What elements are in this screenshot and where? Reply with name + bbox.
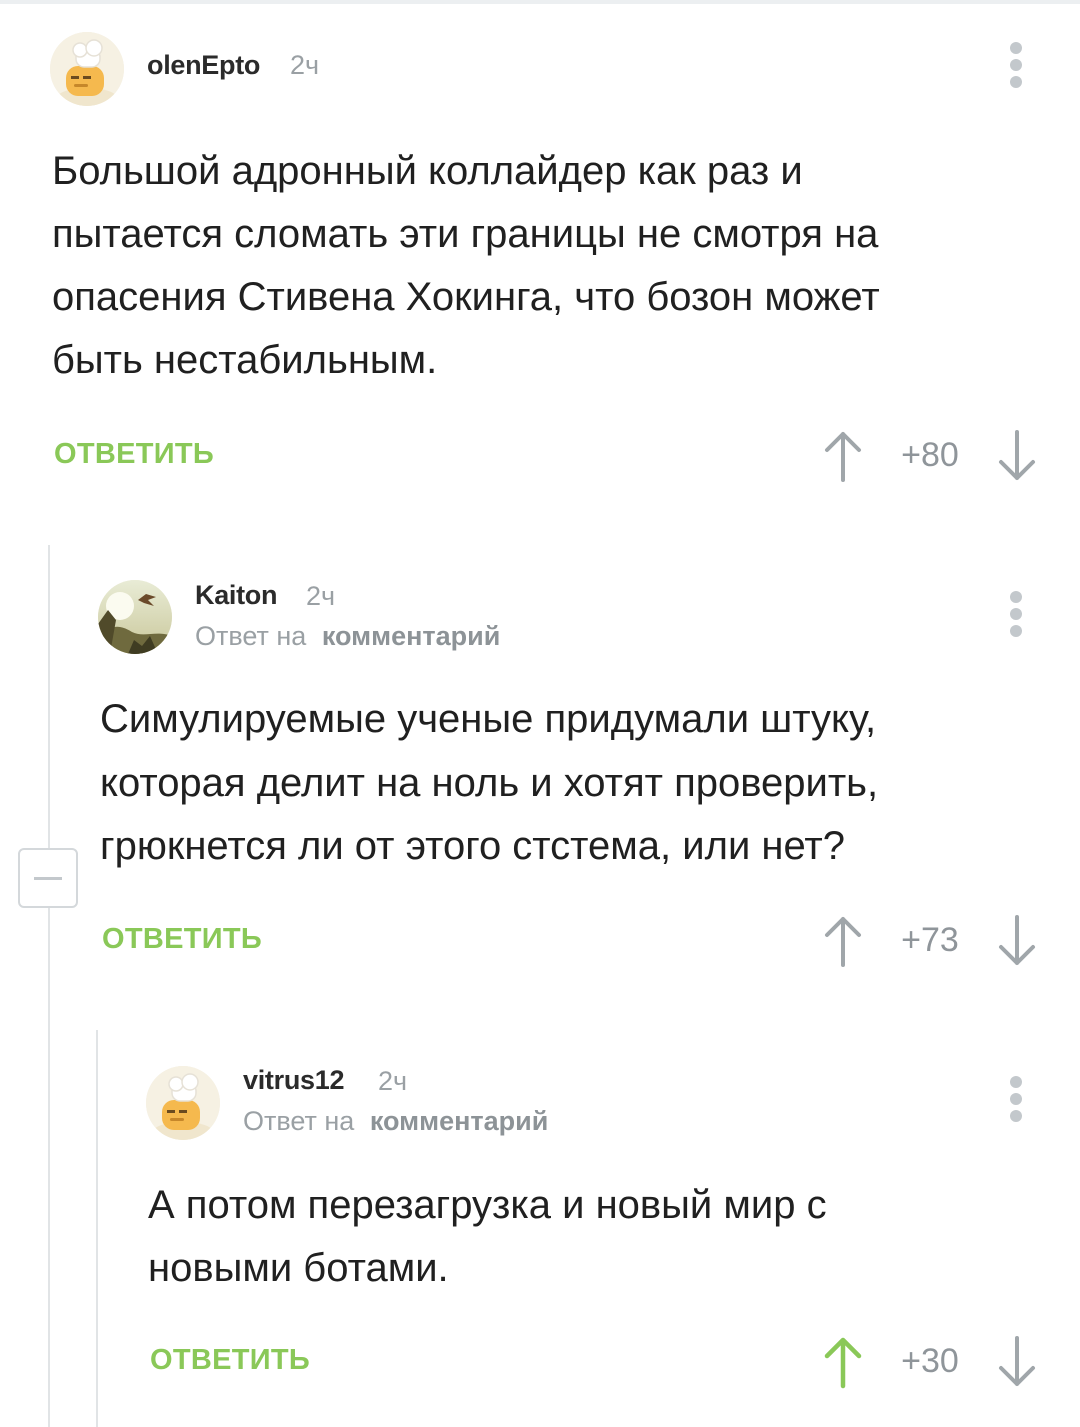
comment-text-line: А потом перезагрузка и новый мир с [148, 1183, 827, 1227]
reply-to-prefix: Ответ на [243, 1106, 355, 1136]
reply-to-link[interactable]: комментарий [370, 1106, 549, 1136]
comment-text-line: новыми ботами. [148, 1246, 449, 1290]
arrow-down-icon [999, 1336, 1035, 1386]
comment-vitrus12: vitrus12 2ч Ответ на комментарий А потом… [0, 0, 1080, 1427]
arrow-up-icon [824, 1337, 862, 1389]
username[interactable]: vitrus12 [243, 1065, 344, 1096]
reply-to-reference[interactable]: Ответ на комментарий [243, 1106, 548, 1137]
rating-value: +30 [901, 1342, 959, 1380]
avatar[interactable] [146, 1066, 220, 1140]
default-avatar-icon [146, 1066, 220, 1140]
downvote-button[interactable] [992, 1334, 1042, 1390]
vertical-dots-icon [1010, 1076, 1022, 1088]
reply-button[interactable]: ОТВЕТИТЬ [150, 1344, 310, 1377]
more-options-button[interactable] [1010, 1076, 1024, 1122]
timestamp: 2ч [378, 1066, 408, 1096]
upvote-button[interactable] [818, 1334, 868, 1390]
